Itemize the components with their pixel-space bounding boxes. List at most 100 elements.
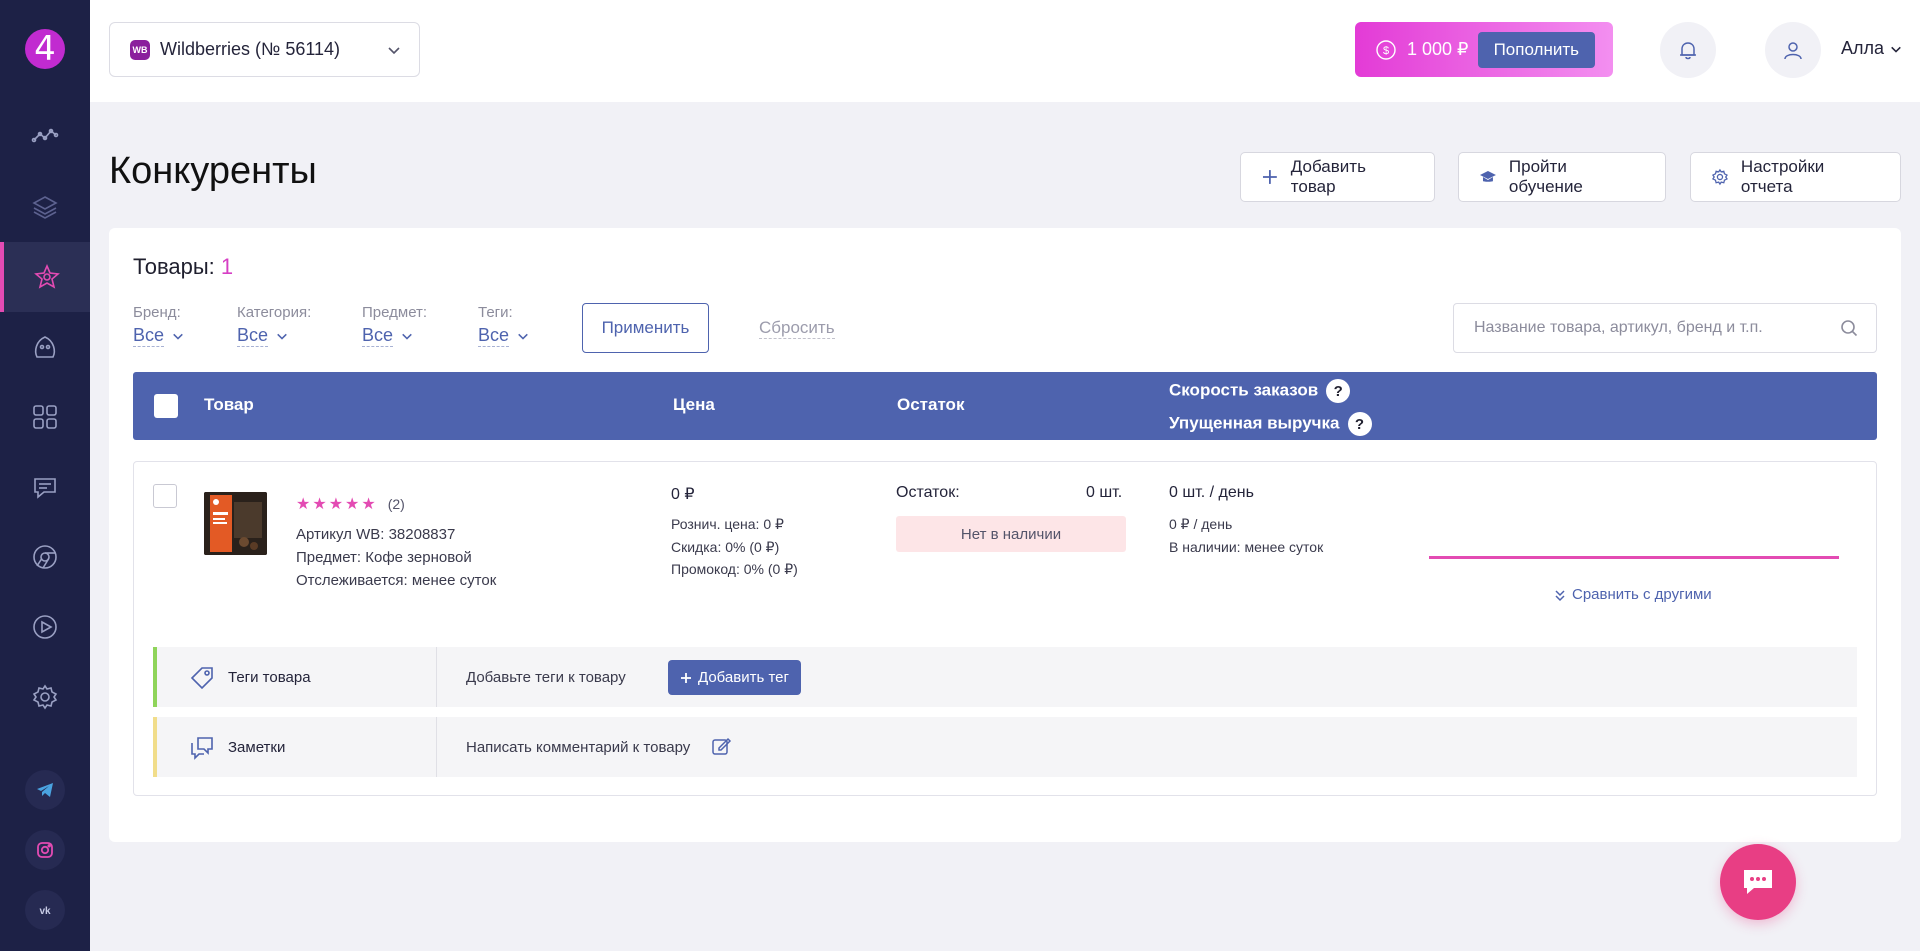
gear-icon	[1711, 168, 1728, 186]
search-box	[1453, 303, 1877, 353]
svg-text:vk: vk	[39, 906, 51, 917]
divider	[436, 647, 437, 707]
nav-seo[interactable]	[0, 312, 90, 382]
nav-video[interactable]	[0, 592, 90, 662]
notes-strip: Заметки Написать комментарий к товару	[153, 717, 1857, 777]
chat-support-button[interactable]	[1720, 844, 1796, 920]
sparkline	[1429, 556, 1839, 559]
chat-icon	[34, 478, 56, 499]
edit-icon[interactable]	[710, 735, 732, 757]
store-selector[interactable]: WB Wildberries (№ 56114)	[109, 22, 420, 77]
price-value: 0 ₽	[671, 486, 695, 503]
promo: Промокод: 0% (0 ₽)	[671, 561, 798, 577]
nav-dashboard[interactable]	[0, 382, 90, 452]
add-product-button[interactable]: Добавить товар	[1240, 152, 1435, 202]
notes-accent	[153, 717, 157, 777]
filter-tags[interactable]: Теги: Все	[478, 304, 529, 347]
filter-tags-label: Теги:	[478, 304, 513, 321]
product-image[interactable]	[204, 492, 267, 555]
graduation-cap-icon	[1479, 171, 1496, 182]
search-icon[interactable]	[1840, 319, 1858, 337]
analytics-icon	[31, 128, 59, 143]
col-order-speed: Скорость заказов?	[1169, 379, 1351, 403]
tags-accent	[153, 647, 157, 707]
tag-icon	[190, 667, 213, 690]
filter-subject-label: Предмет:	[362, 304, 428, 321]
nav-settings[interactable]	[0, 662, 90, 732]
balance-widget: $ 1 000 ₽ Пополнить	[1355, 22, 1613, 77]
gear-icon	[32, 684, 58, 710]
chevron-down-icon	[518, 333, 528, 340]
filter-brand-value: Все	[133, 325, 165, 347]
page-title: Конкуренты	[109, 150, 317, 192]
tags-strip: Теги товара Добавьте теги к товару Добав…	[153, 647, 1857, 707]
avatar[interactable]	[1765, 22, 1821, 78]
user-menu[interactable]: Алла	[1841, 38, 1902, 59]
topup-button[interactable]: Пополнить	[1477, 31, 1595, 68]
filter-brand[interactable]: Бренд: Все	[133, 304, 184, 347]
report-settings-label: Настройки отчета	[1740, 157, 1825, 196]
report-settings-button[interactable]: Настройки отчета	[1690, 152, 1901, 202]
star-icon	[34, 263, 60, 289]
chrome-icon	[33, 545, 57, 569]
filter-subject[interactable]: Предмет: Все	[362, 304, 427, 347]
balance-amount: 1 000 ₽	[1407, 39, 1469, 59]
vk-link[interactable]: vk	[25, 890, 65, 930]
bell-icon	[1680, 42, 1696, 60]
col-product: Товар	[204, 395, 254, 414]
telegram-icon	[37, 783, 53, 797]
filter-category[interactable]: Категория: Все	[237, 304, 311, 347]
nav-extension[interactable]	[0, 522, 90, 592]
chat-bubble-icon	[1744, 870, 1772, 894]
star-icon: ★	[361, 496, 376, 513]
in-stock-duration: В наличии: менее суток	[1169, 539, 1324, 555]
logo[interactable]: 4	[25, 29, 65, 69]
tags-hint: Добавьте теги к товару	[466, 669, 626, 686]
stock-status-badge: Нет в наличии	[896, 516, 1126, 552]
star-icon: ★	[328, 496, 344, 513]
telegram-link[interactable]	[25, 770, 65, 810]
grid-icon	[33, 405, 57, 429]
add-tag-button[interactable]: Добавить тег	[668, 660, 801, 695]
vk-icon: vk	[39, 906, 51, 917]
search-input[interactable]	[1474, 319, 1840, 337]
filter-brand-label: Бренд:	[133, 304, 181, 321]
col-price[interactable]: Цена	[673, 395, 715, 415]
table-row: ★ ★ ★ ★ ★ (2) Артикул WB: 38208837 Предм…	[133, 461, 1877, 796]
chevron-down-icon	[173, 333, 183, 340]
training-button[interactable]: Пройти обучение	[1458, 152, 1666, 202]
rating-stars: ★ ★ ★ ★ ★ (2)	[296, 494, 405, 514]
divider	[436, 717, 437, 777]
nav-analytics[interactable]	[0, 101, 90, 171]
nav-reviews[interactable]	[0, 452, 90, 522]
top-header: WB Wildberries (№ 56114) $ 1 000 ₽ Попол…	[90, 0, 1920, 102]
filter-category-value: Все	[237, 325, 269, 347]
apply-button[interactable]: Применить	[582, 303, 709, 353]
select-all-checkbox[interactable]	[154, 394, 178, 418]
filter-subject-value: Все	[362, 325, 394, 347]
reset-link[interactable]: Сбросить	[759, 318, 835, 339]
row-checkbox[interactable]	[153, 484, 177, 508]
sidebar: 4 vk	[0, 0, 90, 951]
help-icon[interactable]: ?	[1347, 412, 1372, 436]
products-count: Товары: 1	[133, 254, 234, 279]
instagram-link[interactable]	[25, 830, 65, 870]
discount: Скидка: 0% (0 ₽)	[671, 539, 780, 555]
wb-badge: WB	[130, 39, 150, 60]
coin-icon: $	[1376, 39, 1396, 60]
stock-value: 0 шт.	[1086, 484, 1123, 501]
plus-icon	[1262, 170, 1277, 184]
user-icon	[1784, 42, 1802, 60]
nav-competitors[interactable]	[0, 242, 90, 312]
product-tracked: Отслеживается: менее суток	[296, 572, 497, 589]
tags-label: Теги товара	[228, 669, 311, 686]
products-count-number: 1	[220, 254, 234, 279]
notes-hint[interactable]: Написать комментарий к товару	[466, 739, 690, 756]
help-icon[interactable]: ?	[1326, 379, 1351, 403]
col-stock[interactable]: Остаток	[897, 395, 964, 415]
compare-link[interactable]: Сравнить с другими	[1554, 586, 1712, 603]
nav-layers[interactable]	[0, 172, 90, 242]
notifications-button[interactable]	[1660, 22, 1716, 78]
svg-text:$: $	[1383, 45, 1389, 57]
product-article: Артикул WB: 38208837	[296, 526, 456, 543]
